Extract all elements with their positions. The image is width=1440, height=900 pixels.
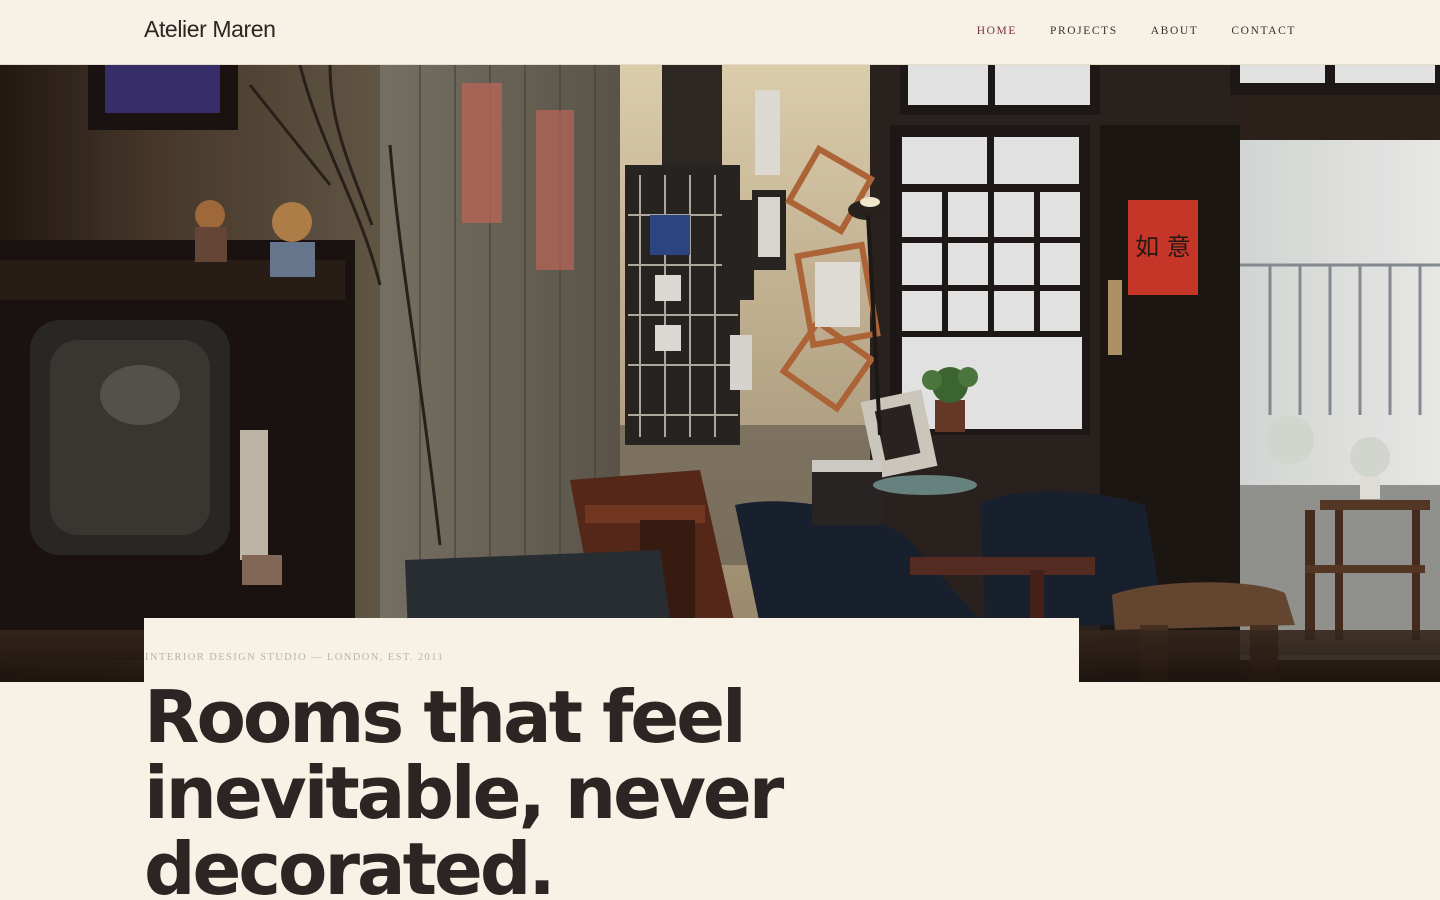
headline-line-3: decorated. bbox=[144, 827, 556, 900]
nav-home[interactable]: HOME bbox=[977, 25, 1017, 37]
main-nav: HOME PROJECTS ABOUT CONTACT bbox=[977, 25, 1296, 37]
headline-line-1: Rooms that feel bbox=[144, 675, 747, 759]
site-header: Atelier Maren HOME PROJECTS ABOUT CONTAC… bbox=[0, 0, 1440, 65]
headline-line-2: inevitable, never bbox=[144, 751, 784, 835]
hero-caption-panel bbox=[144, 618, 1079, 682]
hero-image: 如 意 bbox=[0, 65, 1440, 682]
nav-projects[interactable]: PROJECTS bbox=[1050, 25, 1118, 37]
hero-photo: 如 意 bbox=[0, 65, 1440, 682]
hero-eyebrow: INTERIOR DESIGN STUDIO — LONDON, EST. 20… bbox=[145, 652, 445, 663]
nav-contact[interactable]: CONTACT bbox=[1231, 25, 1296, 37]
nav-about[interactable]: ABOUT bbox=[1151, 25, 1199, 37]
brand-logo[interactable]: Atelier Maren bbox=[144, 16, 276, 43]
hero-headline: Rooms that feel inevitable, never decora… bbox=[144, 679, 1044, 900]
